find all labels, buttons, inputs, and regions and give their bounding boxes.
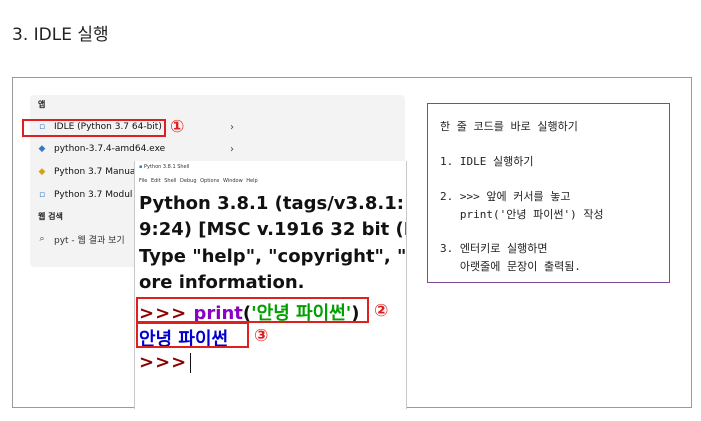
app-item-manual[interactable]: ◆ Python 3.7 Manua: [36, 163, 136, 181]
shell-banner-line: ore information.: [139, 272, 305, 293]
menu-help[interactable]: Help: [246, 178, 257, 184]
menu-debug[interactable]: Debug: [180, 178, 196, 184]
page-heading: 3. IDLE 실행: [12, 25, 109, 45]
marker-three: ③: [254, 326, 269, 346]
menu-window[interactable]: Window: [223, 178, 243, 184]
shell-title: Python 3.8.1 Shell: [143, 164, 190, 170]
python-manual-icon: ◆: [38, 167, 46, 177]
chevron-right-icon[interactable]: ›: [230, 122, 234, 133]
marker-one: ①: [170, 117, 185, 137]
shell-menubar: File Edit Shell Debug Options Window Hel…: [139, 178, 258, 184]
search-icon: ⌕: [39, 234, 45, 244]
shell-banner-line: Python 3.8.1 (tags/v3.8.1:1b: [139, 193, 407, 214]
note-title: 한 줄 코드를 바로 실행하기: [440, 120, 578, 133]
note-step-3-line-2: 아랫줄에 문장이 출력됨.: [440, 260, 581, 273]
web-search-item[interactable]: ⌕ pyt - 웹 결과 보기: [36, 230, 125, 248]
menu-file[interactable]: File: [139, 178, 147, 184]
app-item-installer[interactable]: ◆ python-3.7.4-amd64.exe ›: [36, 140, 234, 158]
menu-shell[interactable]: Shell: [164, 178, 176, 184]
app-item-label: Python 3.7 Modul: [54, 190, 133, 200]
text-cursor: [190, 353, 192, 373]
section-apps-label: 앱: [38, 100, 46, 109]
shell-prompt: >>>: [139, 352, 188, 373]
web-search-label: pyt - 웹 결과 보기: [54, 235, 125, 246]
highlight-box-output: [136, 322, 249, 348]
highlight-box-command: [136, 297, 369, 323]
python-installer-icon: ◆: [38, 144, 46, 154]
menu-edit[interactable]: Edit: [151, 178, 161, 184]
note-step-1: 1. IDLE 실행하기: [440, 155, 534, 168]
python-shell-icon: ▪: [139, 164, 143, 170]
python-module-icon: ▫: [38, 190, 46, 200]
app-item-module[interactable]: ▫ Python 3.7 Modul: [36, 186, 132, 204]
marker-two: ②: [374, 301, 389, 321]
note-step-2-line-1: 2. >>> 앞에 커서를 놓고: [440, 190, 571, 203]
note-step-2-line-2: print('안녕 파이썬') 작성: [440, 208, 604, 221]
idle-shell-window: ▪ Python 3.8.1 Shell File Edit Shell Deb…: [134, 161, 407, 409]
instruction-note: 한 줄 코드를 바로 실행하기 1. IDLE 실행하기 2. >>> 앞에 커…: [427, 103, 670, 283]
shell-input-line[interactable]: >>>: [139, 352, 192, 373]
shell-banner-line: 9:24) [MSC v.1916 32 bit (In: [139, 219, 407, 240]
app-item-label: Python 3.7 Manua: [54, 167, 136, 177]
note-step-3-line-1: 3. 엔터키로 실행하면: [440, 242, 548, 255]
menu-options[interactable]: Options: [200, 178, 219, 184]
highlight-box-idle: [22, 119, 166, 137]
section-web-label: 웹 검색: [38, 212, 63, 221]
chevron-right-icon[interactable]: ›: [230, 144, 234, 155]
app-item-label: python-3.7.4-amd64.exe: [54, 144, 166, 154]
shell-banner-line: Type "help", "copyright", "c: [139, 246, 407, 267]
shell-titlebar: ▪ Python 3.8.1 Shell: [139, 164, 189, 170]
